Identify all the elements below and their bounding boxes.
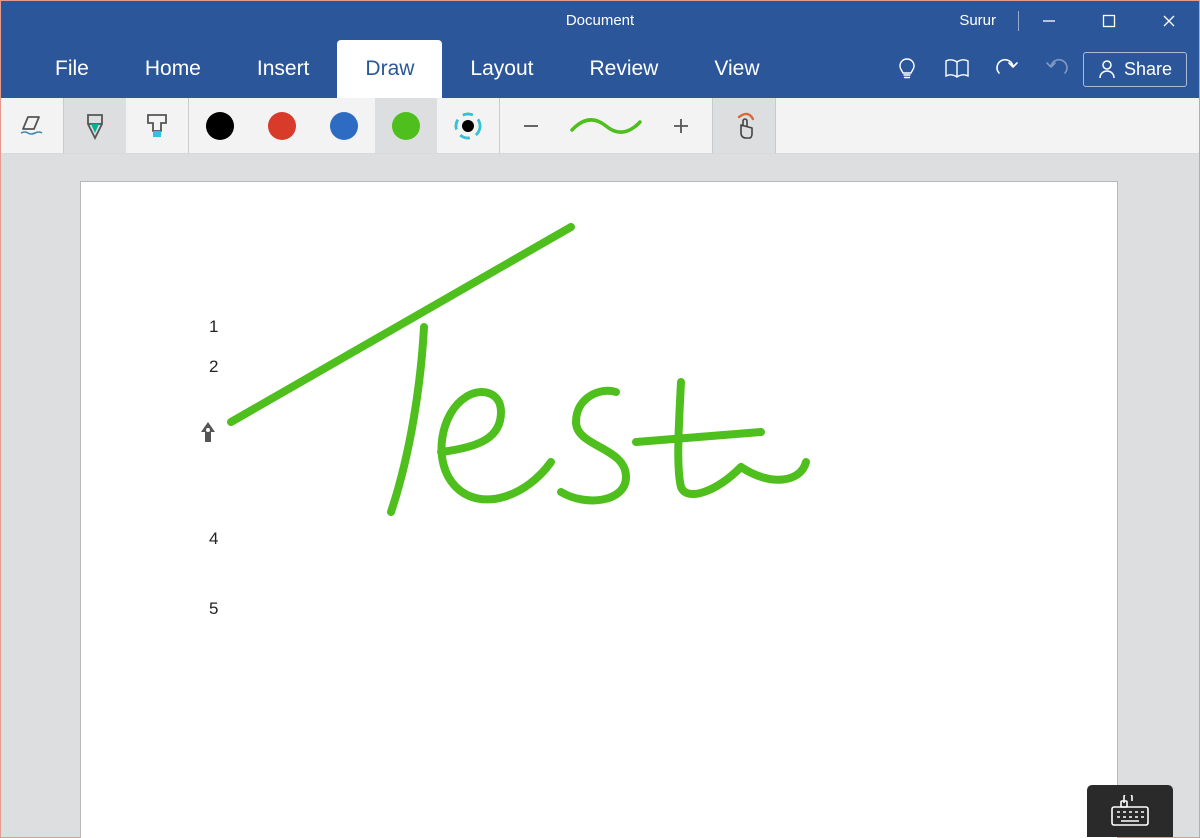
black-color-icon [206,112,234,140]
tab-layout[interactable]: Layout [442,40,561,98]
blue-color-icon [330,112,358,140]
highlighter-icon [143,111,171,141]
tab-draw[interactable]: Draw [337,40,442,98]
minus-icon [522,117,540,135]
draw-with-touch-button[interactable] [713,98,775,153]
person-icon [1098,59,1116,79]
color-red[interactable] [251,98,313,153]
decrease-stroke-button[interactable] [500,98,562,153]
ribbon-right: Share [883,40,1199,98]
minimize-icon [1042,14,1056,28]
touch-draw-icon [729,111,759,141]
ink-handwriting [81,182,1119,838]
tab-label: Draw [365,57,414,81]
color-green[interactable] [375,98,437,153]
red-color-icon [268,112,296,140]
tab-label: Home [145,57,201,81]
ribbon-tabs: File Home Insert Draw Layout Review View [1,40,787,98]
minimize-button[interactable] [1019,1,1079,40]
increase-stroke-button[interactable] [650,98,712,153]
workspace: 1 2 4 5 [1,154,1199,837]
tab-label: Layout [470,57,533,81]
highlighter-tool[interactable] [126,98,188,153]
green-color-icon [392,112,420,140]
eraser-icon [17,111,47,141]
ribbon-tabbar: File Home Insert Draw Layout Review View… [1,40,1199,98]
redo-icon [1045,58,1069,80]
reading-view-button[interactable] [933,47,981,91]
stroke-wave-icon [569,114,643,138]
color-multicolor[interactable] [437,98,499,153]
pen-icon [82,111,108,141]
tell-me-button[interactable] [883,47,931,91]
tab-review[interactable]: Review [561,40,686,98]
book-icon [944,58,970,80]
stroke-preview [562,98,650,153]
tab-view[interactable]: View [686,40,787,98]
tab-label: Insert [257,57,310,81]
plus-icon [672,117,690,135]
share-button[interactable]: Share [1083,52,1187,87]
titlebar: Document Surur [1,1,1199,40]
eraser-tool[interactable] [1,98,63,153]
color-blue[interactable] [313,98,375,153]
draw-toolbar [1,98,1199,154]
tab-label: View [714,57,759,81]
stroke-width-group [500,98,712,153]
tab-label: File [55,57,89,81]
user-area: Surur [937,1,1199,40]
share-label: Share [1124,59,1172,80]
document-page[interactable]: 1 2 4 5 [80,181,1118,838]
touch-keyboard-button[interactable] [1087,785,1173,837]
user-name[interactable]: Surur [937,12,1018,29]
tab-file[interactable]: File [27,40,117,98]
tab-insert[interactable]: Insert [229,40,338,98]
redo-button[interactable] [1033,47,1081,91]
undo-button[interactable] [983,47,1031,91]
tab-home[interactable]: Home [117,40,229,98]
keyboard-icon [1108,795,1152,827]
lightbulb-icon [897,57,917,81]
multicolor-icon [453,111,483,141]
maximize-icon [1102,14,1116,28]
tab-label: Review [589,57,658,81]
document-title: Document [566,12,634,29]
close-icon [1162,14,1176,28]
undo-icon [995,58,1019,80]
pen-tool[interactable] [64,98,126,153]
color-black[interactable] [189,98,251,153]
separator [775,98,776,153]
maximize-button[interactable] [1079,1,1139,40]
close-button[interactable] [1139,1,1199,40]
